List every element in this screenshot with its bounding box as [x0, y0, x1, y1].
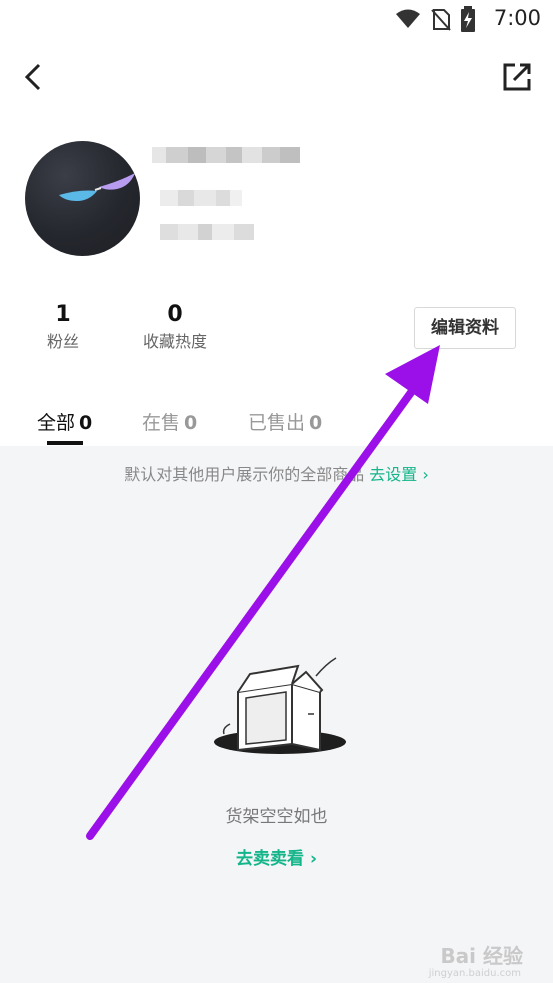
battery-charging-icon [461, 6, 475, 32]
avatar[interactable] [25, 141, 140, 256]
top-bar [0, 52, 553, 102]
share-icon[interactable] [501, 61, 533, 93]
go-sell-link[interactable]: 去卖卖看 › [0, 844, 553, 869]
tab-label: 在售 [142, 412, 181, 434]
visibility-notice: 默认对其他用户展示你的全部商品 去设置 › [0, 461, 553, 485]
tab-count: 0 [184, 412, 198, 434]
back-icon[interactable] [20, 62, 50, 92]
status-time: 7:00 [493, 6, 541, 30]
go-settings-link[interactable]: 去设置 › [369, 465, 429, 484]
no-sim-icon [431, 9, 451, 31]
tab-sold[interactable]: 已售出 0 [248, 408, 322, 435]
stat-favorites-heat[interactable]: 0 收藏热度 [134, 300, 216, 354]
empty-state-text: 货架空空如也 [225, 807, 328, 827]
items-content: 默认对其他用户展示你的全部商品 去设置 › 货架空空如也 去卖卖看 › [0, 446, 553, 983]
empty-box-illustration [214, 657, 346, 754]
tab-count: 0 [309, 412, 323, 434]
tab-bar: 全部 0 在售 0 已售出 0 [0, 398, 553, 446]
wifi-icon [396, 9, 420, 28]
stat-value: 1 [55, 302, 71, 327]
user-id-blurred [160, 190, 242, 206]
stat-label: 收藏热度 [142, 332, 207, 351]
status-icons [395, 6, 475, 32]
status-bar: 7:00 [0, 0, 553, 38]
tab-count: 0 [79, 412, 93, 434]
stat-label: 粉丝 [46, 332, 79, 351]
edit-profile-button[interactable]: 编辑资料 [414, 307, 516, 349]
tab-all[interactable]: 全部 0 [37, 408, 92, 435]
watermark-url: jingyan.baidu.com [428, 968, 521, 979]
tab-on-sale[interactable]: 在售 0 [142, 408, 197, 435]
stat-followers[interactable]: 1 粉丝 [32, 300, 94, 354]
sunglasses-icon [59, 173, 135, 201]
tab-label: 全部 [37, 412, 76, 434]
tab-label: 已售出 [248, 412, 306, 434]
watermark-logo: Bai 经验 [440, 944, 523, 968]
tab-indicator [47, 441, 83, 445]
notice-text: 默认对其他用户展示你的全部商品 [124, 465, 365, 484]
stat-value: 0 [167, 302, 183, 327]
user-bio-blurred [160, 224, 254, 240]
username-blurred [152, 147, 300, 163]
